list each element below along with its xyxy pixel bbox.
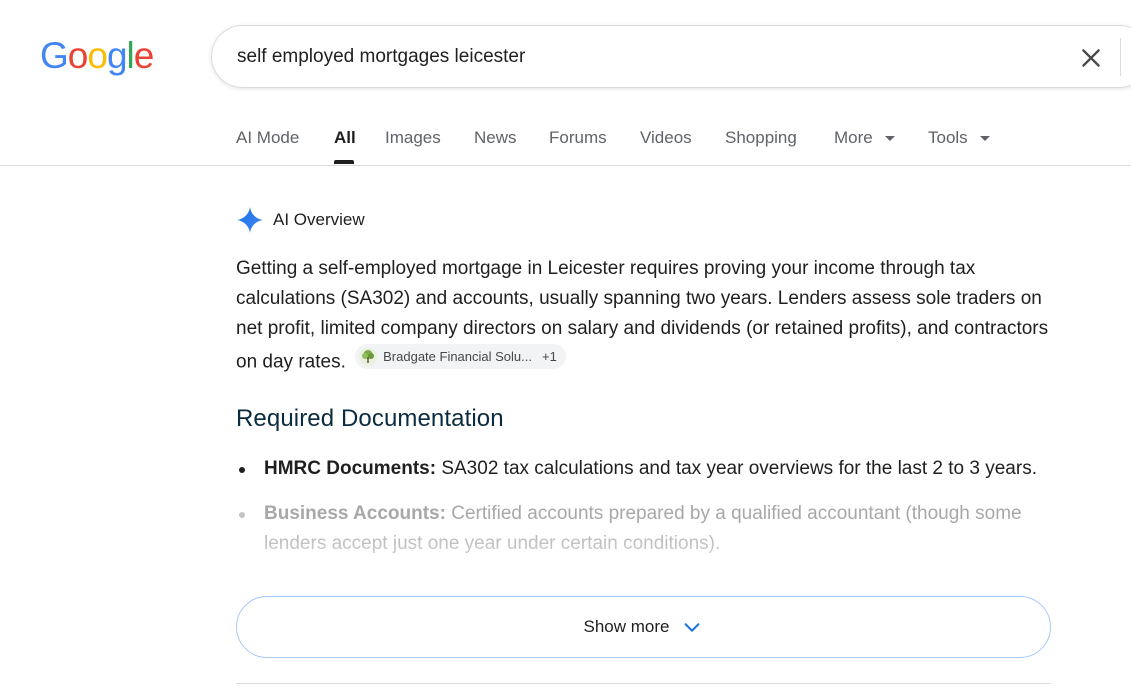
caret-down-icon — [885, 135, 896, 141]
section-divider — [236, 683, 1051, 684]
tab-videos[interactable]: Videos — [640, 128, 692, 148]
search-input[interactable] — [237, 43, 1017, 71]
logo-letter: l — [126, 35, 135, 76]
show-more-button[interactable]: Show more — [236, 596, 1051, 658]
logo-letter: G — [40, 35, 69, 76]
show-more-label: Show more — [583, 617, 670, 636]
caret-down-icon — [980, 135, 991, 141]
ai-overview-summary: Getting a self-employed mortgage in Leic… — [236, 254, 1056, 378]
list-item: HMRC Documents: SA302 tax calculations a… — [236, 454, 1046, 484]
search-box-divider — [1120, 38, 1121, 76]
documentation-list: HMRC Documents: SA302 tax calculations a… — [236, 454, 1046, 574]
section-heading: Required Documentation — [236, 405, 504, 432]
search-tabs: AI Mode All Images News Forums Videos Sh… — [0, 118, 1131, 166]
logo-letter: o — [67, 35, 89, 76]
tab-shopping[interactable]: Shopping — [725, 128, 797, 148]
tab-more-label: More — [834, 128, 873, 147]
source-chip-label: Bradgate Financial Solu... — [383, 349, 532, 364]
tab-ai-mode[interactable]: AI Mode — [236, 128, 299, 148]
list-item-title: Business Accounts: — [264, 503, 446, 524]
tab-tools-label: Tools — [928, 128, 968, 147]
chevron-down-icon — [685, 623, 700, 632]
tab-more[interactable]: More — [834, 128, 896, 148]
tab-news[interactable]: News — [474, 128, 517, 148]
list-item: Business Accounts: Certified accounts pr… — [236, 499, 1046, 559]
logo-letter: g — [106, 35, 128, 76]
source-chip-count: +1 — [542, 349, 557, 364]
list-item-text: SA302 tax calculations and tax year over… — [436, 458, 1037, 479]
ai-overview-title: AI Overview — [273, 210, 365, 229]
tab-all[interactable]: All — [334, 128, 356, 148]
tab-images[interactable]: Images — [385, 128, 441, 148]
logo-letter: e — [133, 35, 155, 76]
list-item-title: HMRC Documents: — [264, 458, 437, 479]
source-chip[interactable]: Bradgate Financial Solu... +1 — [355, 344, 566, 369]
tab-tools[interactable]: Tools — [928, 128, 991, 148]
search-box — [211, 25, 1131, 88]
close-icon[interactable] — [1078, 45, 1104, 71]
logo-letter: o — [87, 35, 108, 76]
sparkle-icon — [237, 207, 263, 233]
tab-forums[interactable]: Forums — [549, 128, 607, 148]
active-tab-indicator — [334, 160, 354, 164]
google-logo[interactable]: Google — [40, 35, 155, 76]
tree-icon — [359, 347, 378, 366]
google-search-results-page: Google AI Mode All Images News Forums Vi… — [0, 0, 1131, 700]
